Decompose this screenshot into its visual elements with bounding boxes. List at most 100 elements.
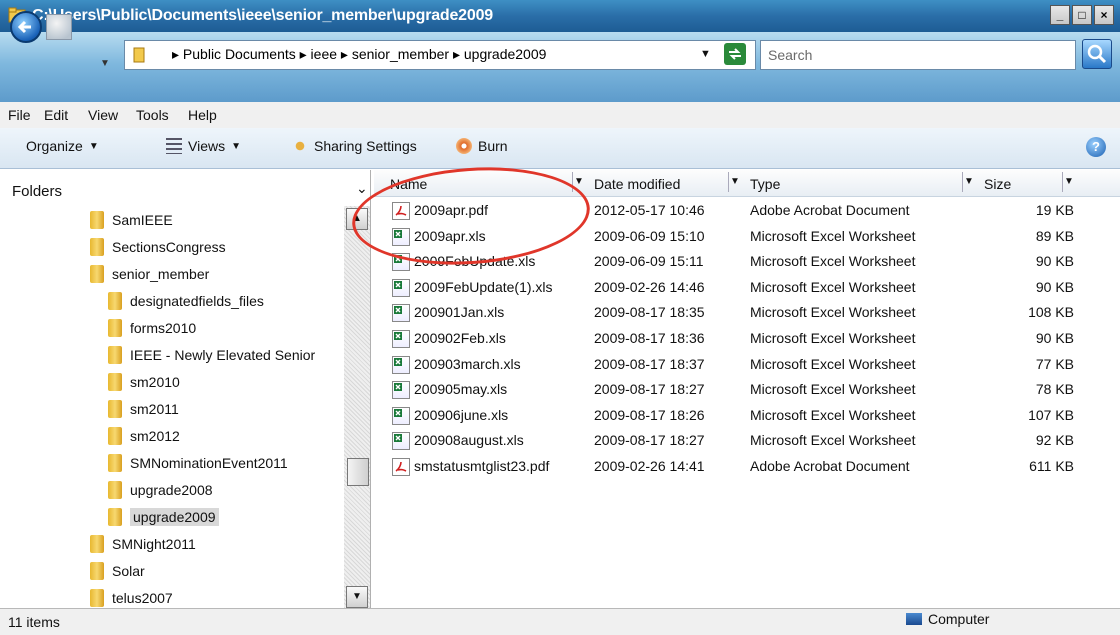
menu-help[interactable]: Help — [188, 107, 217, 123]
scroll-down-button[interactable]: ▼ — [346, 586, 368, 608]
file-date: 2009-08-17 18:36 — [594, 330, 705, 346]
chevron-down-icon[interactable]: ⌄ — [356, 180, 368, 197]
file-type: Microsoft Excel Worksheet — [750, 253, 916, 270]
folder-icon — [90, 562, 104, 580]
folder-tree-label: SMNominationEvent2011 — [130, 455, 288, 471]
file-type: Microsoft Excel Worksheet — [750, 355, 916, 372]
maximize-button[interactable]: □ — [1072, 5, 1092, 25]
file-row[interactable]: 200903march.xls 2009-08-17 18:37 Microsoft… — [380, 352, 1100, 377]
folder-tree-item[interactable]: sm2012 — [108, 425, 180, 447]
address-dropdown-icon[interactable]: ▼ — [700, 48, 711, 60]
back-button[interactable] — [10, 11, 42, 43]
folder-tree-item[interactable]: SMNominationEvent2011 — [108, 452, 288, 474]
burn-disc-icon — [456, 138, 472, 154]
folder-tree-item[interactable]: Solar — [90, 560, 145, 582]
file-type: Microsoft Excel Worksheet — [750, 330, 916, 346]
sharing-icon — [292, 138, 308, 154]
recent-pages-chevron-icon[interactable]: ▼ — [100, 58, 110, 69]
folder-tree-item[interactable]: IEEE - Newly Elevated Senior — [108, 344, 315, 366]
excel-file-icon — [392, 355, 410, 374]
search-button[interactable] — [1082, 39, 1112, 69]
folder-tree-label: telus2007 — [112, 590, 173, 606]
file-row[interactable]: 2009FebUpdate(1).xls 2009-02-26 14:46 Micr… — [380, 275, 1100, 300]
folder-tree-item[interactable]: sm2010 — [108, 371, 180, 393]
folder-tree-label: sm2011 — [130, 401, 179, 417]
forward-button[interactable] — [46, 14, 72, 40]
folder-tree-label: senior_member — [112, 266, 210, 282]
folder-tree-item[interactable]: SectionsCongress — [90, 236, 226, 258]
minimize-button[interactable]: _ — [1050, 5, 1070, 25]
file-row[interactable]: 200908august.xls 2009-08-17 18:27 Microsof… — [380, 428, 1100, 453]
organize-button[interactable]: Organize ▼ — [26, 138, 99, 154]
burn-label: Burn — [478, 138, 508, 154]
menu-edit[interactable]: Edit — [44, 107, 68, 123]
search-icon — [1087, 44, 1107, 64]
file-size: 107 KB — [1028, 406, 1074, 423]
folder-tree-label: SMNight2011 — [112, 536, 196, 552]
close-button[interactable]: × — [1094, 5, 1114, 25]
file-row[interactable]: 200905may.xls 2009-08-17 18:27 Microsoft E… — [380, 377, 1100, 402]
excel-file-icon — [392, 330, 410, 348]
file-row[interactable]: 200901Jan.xls 2009-08-17 18:35 Microsoft E… — [380, 300, 1100, 325]
file-name: 2009FebUpdate(1).xls — [414, 278, 553, 295]
folder-tree-item[interactable]: SMNight2011 — [90, 533, 196, 555]
folder-tree-label: SamIEEE — [112, 212, 173, 228]
file-size: 78 KB — [1035, 381, 1074, 398]
folders-header[interactable]: Folders — [12, 183, 62, 200]
folder-icon — [108, 346, 122, 364]
folder-tree-item[interactable]: upgrade2009 — [108, 506, 219, 528]
menu-view[interactable]: View — [88, 107, 118, 123]
file-row[interactable]: 200902Feb.xls 2009-08-17 18:36 Microsoft E… — [380, 326, 1100, 351]
file-name: 200901Jan.xls — [414, 304, 505, 321]
folder-tree-item[interactable]: designatedfields_files — [108, 290, 264, 312]
window-title: C:\Users\Public\Documents\ieee\senior_me… — [32, 7, 493, 24]
file-date: 2009-08-17 18:27 — [594, 432, 705, 449]
file-row[interactable]: smstatusmtglist23.pdf 2009-02-26 14:41 Ado… — [380, 454, 1100, 479]
folder-tree-item[interactable]: forms2010 — [108, 317, 196, 339]
file-name: 200905may.xls — [414, 381, 508, 398]
menu-file[interactable]: File — [8, 107, 31, 123]
scroll-thumb[interactable] — [347, 458, 369, 486]
help-icon[interactable]: ? — [1086, 137, 1106, 157]
file-type: Microsoft Excel Worksheet — [750, 381, 916, 398]
sharing-label: Sharing Settings — [314, 138, 417, 154]
refresh-button[interactable] — [724, 43, 746, 65]
file-size: 77 KB — [1035, 355, 1074, 372]
back-arrow-icon — [17, 20, 31, 34]
column-size[interactable]: Size — [984, 176, 1011, 192]
tree-scrollbar[interactable] — [344, 206, 370, 608]
file-size: 92 KB — [1035, 432, 1074, 449]
folder-tree-label: SectionsCongress — [112, 239, 226, 255]
file-type: Adobe Acrobat Document — [750, 202, 910, 218]
folder-tree-item[interactable]: upgrade2008 — [108, 479, 213, 501]
menu-tools[interactable]: Tools — [136, 107, 169, 123]
excel-file-icon — [392, 432, 410, 451]
folder-tree-item[interactable]: sm2011 — [108, 398, 179, 420]
folder-tree-label: designatedfields_files — [130, 293, 264, 309]
column-type[interactable]: Type — [750, 176, 780, 192]
folder-icon — [90, 238, 104, 256]
sharing-settings-button[interactable]: Sharing Settings — [292, 138, 417, 154]
folder-tree-item[interactable]: SamIEEE — [90, 209, 173, 231]
breadcrumb[interactable]: ▸ Public Documents ▸ ieee ▸ senior_membe… — [172, 46, 546, 63]
file-date: 2009-08-17 18:37 — [594, 355, 705, 372]
file-date: 2009-06-09 15:11 — [594, 253, 704, 270]
file-type: Adobe Acrobat Document — [750, 458, 910, 474]
column-date-dropdown-icon[interactable]: ▼ — [728, 172, 741, 192]
folder-icon — [108, 481, 122, 499]
column-size-dropdown-icon[interactable]: ▼ — [1062, 172, 1075, 192]
pdf-file-icon — [392, 458, 410, 476]
file-row[interactable]: 200906june.xls 2009-08-17 18:26 Microsoft … — [380, 403, 1100, 428]
views-label: Views — [188, 138, 226, 154]
file-type: Microsoft Excel Worksheet — [750, 304, 916, 321]
column-type-dropdown-icon[interactable]: ▼ — [962, 172, 975, 192]
views-button[interactable]: Views ▼ — [166, 138, 241, 154]
column-date-modified[interactable]: Date modified — [594, 176, 680, 192]
file-date: 2009-06-09 15:10 — [594, 227, 705, 244]
file-size: 19 KB — [1035, 202, 1074, 218]
burn-button[interactable]: Burn — [456, 138, 508, 154]
folder-tree-item[interactable]: telus2007 — [90, 587, 173, 609]
folder-tree-item[interactable]: senior_member — [90, 263, 209, 285]
folder-icon — [108, 319, 122, 337]
excel-file-icon — [392, 278, 410, 297]
